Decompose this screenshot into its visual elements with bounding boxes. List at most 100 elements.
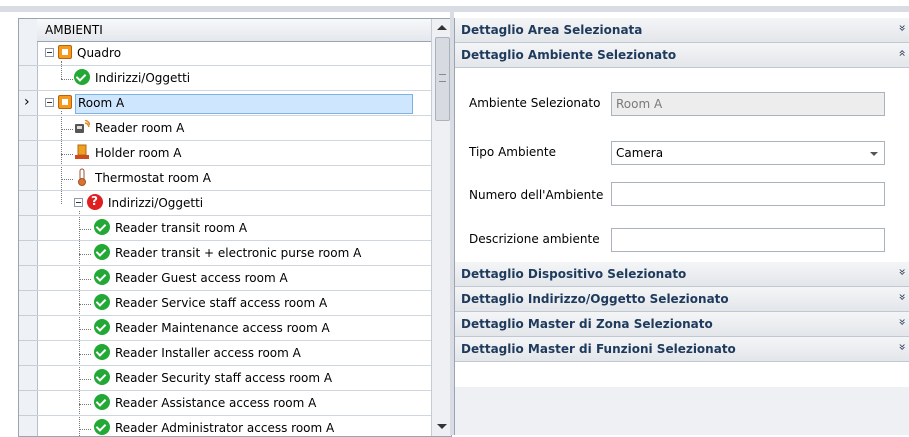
warning-icon [87,194,103,210]
row-selector[interactable] [19,266,37,291]
row-selector[interactable] [19,291,37,316]
row-selector[interactable] [19,41,37,66]
tree-vertical-scrollbar[interactable] [431,19,451,436]
thermostat-icon [76,168,88,186]
check-icon [94,344,110,360]
group-dettaglio-ambiente[interactable]: Dettaglio Ambiente Selezionato « [455,43,909,68]
tree-row-reader-transit[interactable]: Reader transit room A [37,216,431,241]
expand-chevron-icon[interactable]: » [895,293,909,300]
tree-row-thermostat-room-a[interactable]: Thermostat room A [37,166,431,191]
tree-row-reader-transit-purse[interactable]: Reader transit + electronic purse room A [37,241,431,266]
tree-row-label: Reader Installer access room A [115,346,301,360]
tree-row-label: Reader transit + electronic purse room A [115,246,362,260]
descrizione-ambiente-label: Descrizione ambiente [469,232,600,246]
check-icon [94,294,110,310]
ambiente-form: Ambiente Selezionato Room A Tipo Ambient… [455,82,909,262]
check-icon [94,319,110,335]
row-selector[interactable] [19,366,37,391]
group-title: Dettaglio Dispositivo Selezionato [461,267,687,281]
tree-header-label: AMBIENTI [45,23,103,37]
tree-row-label: Reader Maintenance access room A [115,321,330,335]
tree-row-label: Reader transit room A [115,221,248,235]
panel-icon [58,45,72,59]
row-selector[interactable] [19,241,37,266]
collapse-toggle-icon[interactable] [45,98,54,107]
tipo-ambiente-value: Camera [616,146,664,160]
group-title: Dettaglio Master di Zona Selezionato [461,317,713,331]
tree-row-holder-room-a[interactable]: Holder room A [37,141,431,166]
group-dettaglio-dispositivo[interactable]: Dettaglio Dispositivo Selezionato » [455,262,909,287]
ambiente-selezionato-field: Room A [611,92,885,116]
tree-row-reader-guest[interactable]: Reader Guest access room A [37,266,431,291]
check-icon [94,269,110,285]
collapse-toggle-icon[interactable] [45,48,54,57]
tree-row-indirizzi-room-a[interactable]: Indirizzi/Oggetti [37,191,431,216]
tree-row-reader-installer[interactable]: Reader Installer access room A [37,341,431,366]
row-selector[interactable] [19,141,37,166]
group-title: Dettaglio Master di Funzioni Selezionato [461,342,736,356]
row-selector[interactable] [19,166,37,191]
tree-row-indirizzi-quadro[interactable]: Indirizzi/Oggetti [37,66,431,91]
row-selector[interactable] [19,216,37,241]
row-selector[interactable] [19,416,37,436]
tree-row-label: Reader Security staff access room A [115,371,333,385]
expand-chevron-icon[interactable]: » [895,343,909,350]
scroll-up-icon[interactable] [432,19,451,35]
holder-icon [74,144,90,160]
tree-row-reader-security[interactable]: Reader Security staff access room A [37,366,431,391]
check-icon [74,69,90,85]
descrizione-ambiente-input[interactable] [611,228,885,252]
check-icon [94,244,110,260]
ambienti-tree: AMBIENTI › Quadro Indirizzi/Oggetti Room… [18,18,452,437]
tree-row-label: Reader Assistance access room A [115,396,317,410]
group-dettaglio-area[interactable]: Dettaglio Area Selezionata » [455,18,909,43]
row-selector[interactable] [19,66,37,91]
group-title: Dettaglio Area Selezionata [461,23,643,37]
reader-icon [74,119,91,134]
row-selector[interactable] [19,341,37,366]
tree-row-reader-assistance[interactable]: Reader Assistance access room A [37,391,431,416]
tree-row-room-a[interactable]: Room A [37,91,431,116]
tree-row-reader-room-a[interactable]: Reader room A [37,116,431,141]
tree-row-label: Quadro [77,46,122,60]
collapse-toggle-icon[interactable] [74,198,83,207]
check-icon [94,419,110,435]
panel-icon [58,95,72,109]
tree-row-label: Indirizzi/Oggetti [95,71,191,85]
tree-row-label: Reader Service staff access room A [115,296,328,310]
row-selector[interactable] [19,316,37,341]
row-selector-current[interactable]: › [19,91,37,116]
scroll-down-icon[interactable] [432,419,451,435]
group-title: Dettaglio Ambiente Selezionato [461,48,677,62]
expand-chevron-icon[interactable]: » [895,268,909,275]
collapse-chevron-icon[interactable]: « [895,49,909,56]
tree-row-label: Indirizzi/Oggetti [108,196,204,210]
row-selector[interactable] [19,191,37,216]
expand-chevron-icon[interactable]: » [895,318,909,325]
tree-row-quadro[interactable]: Quadro [37,41,431,66]
group-dettaglio-master-funzioni[interactable]: Dettaglio Master di Funzioni Selezionato… [455,337,909,362]
current-row-indicator: › [24,94,30,110]
tree-row-reader-service[interactable]: Reader Service staff access room A [37,291,431,316]
row-selector[interactable] [19,391,37,416]
check-icon [94,219,110,235]
group-dettaglio-master-zona[interactable]: Dettaglio Master di Zona Selezionato » [455,312,909,337]
ambiente-selezionato-value: Room A [616,97,663,111]
group-dettaglio-indirizzo[interactable]: Dettaglio Indirizzo/Oggetto Selezionato … [455,287,909,312]
scroll-thumb[interactable] [435,37,450,121]
tipo-ambiente-dropdown[interactable]: Camera [611,141,885,165]
details-panel: Dettaglio Area Selezionata » Dettaglio A… [454,18,909,435]
numero-ambiente-label: Numero dell'Ambiente [469,188,604,202]
tree-row-label: Holder room A [95,146,182,160]
expand-chevron-icon[interactable]: » [895,24,909,31]
numero-ambiente-input[interactable] [611,182,885,206]
tree-header[interactable]: AMBIENTI [37,19,431,42]
check-icon [94,394,110,410]
tree-row-reader-administrator[interactable]: Reader Administrator access room A [37,416,431,436]
row-selector[interactable] [19,116,37,141]
tree-row-label: Thermostat room A [95,171,211,185]
tree-row-label: Reader Administrator access room A [115,421,335,435]
tree-row-label-selected: Room A [75,94,413,114]
details-empty-area [455,387,909,435]
tree-row-reader-maintenance[interactable]: Reader Maintenance access room A [37,316,431,341]
